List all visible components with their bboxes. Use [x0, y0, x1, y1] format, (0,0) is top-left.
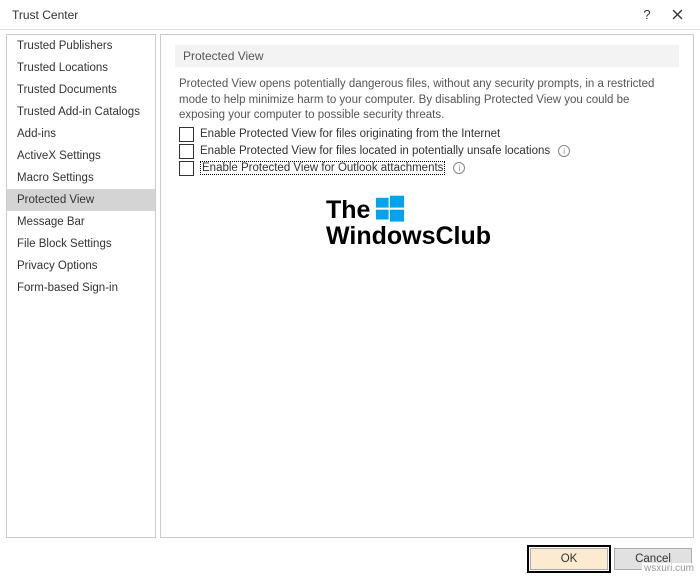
sidebar-item-label: Macro Settings [17, 172, 94, 184]
help-button[interactable]: ? [632, 0, 662, 30]
option-internet-files[interactable]: Enable Protected View for files originat… [175, 126, 679, 143]
sidebar-item-addins[interactable]: Add-ins [7, 123, 155, 145]
windows-logo-icon [376, 195, 404, 223]
watermark-line2: WindowsClub [326, 223, 521, 249]
main-panel: Protected View Protected View opens pote… [160, 34, 694, 538]
sidebar-item-activex-settings[interactable]: ActiveX Settings [7, 145, 155, 167]
sidebar-item-form-signin[interactable]: Form-based Sign-in [7, 277, 155, 299]
sidebar-item-label: Privacy Options [17, 260, 98, 272]
close-button[interactable] [662, 0, 692, 30]
info-icon[interactable]: i [558, 145, 570, 157]
sidebar-item-label: Trusted Add-in Catalogs [17, 106, 140, 118]
sidebar-item-label: Message Bar [17, 216, 85, 228]
sidebar-item-label: ActiveX Settings [17, 150, 101, 162]
close-icon [672, 9, 683, 20]
option-unsafe-locations[interactable]: Enable Protected View for files located … [175, 143, 679, 160]
dialog-body: Trusted Publishers Trusted Locations Tru… [0, 30, 700, 542]
sidebar-item-protected-view[interactable]: Protected View [7, 189, 155, 211]
sidebar-item-label: Trusted Documents [17, 84, 117, 96]
option-label: Enable Protected View for Outlook attach… [200, 161, 445, 175]
section-header: Protected View [175, 45, 679, 67]
help-icon: ? [643, 7, 650, 22]
sidebar-item-label: Add-ins [17, 128, 56, 140]
checkbox[interactable] [179, 161, 194, 176]
sidebar-item-file-block-settings[interactable]: File Block Settings [7, 233, 155, 255]
sidebar-item-trusted-documents[interactable]: Trusted Documents [7, 79, 155, 101]
option-outlook-attachments[interactable]: Enable Protected View for Outlook attach… [175, 160, 679, 177]
window-title: Trust Center [12, 8, 632, 22]
watermark-line1: The [326, 197, 370, 223]
checkbox[interactable] [179, 127, 194, 142]
sidebar-item-message-bar[interactable]: Message Bar [7, 211, 155, 233]
sidebar-item-label: Trusted Publishers [17, 40, 112, 52]
sidebar-item-macro-settings[interactable]: Macro Settings [7, 167, 155, 189]
section-description: Protected View opens potentially dangero… [175, 77, 679, 126]
titlebar: Trust Center ? [0, 0, 700, 30]
sidebar-item-trusted-addin-catalogs[interactable]: Trusted Add-in Catalogs [7, 101, 155, 123]
corner-tag: wsxuri.cum [642, 563, 696, 574]
sidebar-item-label: Trusted Locations [17, 62, 108, 74]
sidebar-item-trusted-locations[interactable]: Trusted Locations [7, 57, 155, 79]
sidebar-item-label: Form-based Sign-in [17, 282, 118, 294]
sidebar-item-label: Protected View [17, 194, 94, 206]
sidebar-item-privacy-options[interactable]: Privacy Options [7, 255, 155, 277]
info-icon[interactable]: i [453, 162, 465, 174]
button-label: OK [561, 553, 578, 565]
option-label: Enable Protected View for files originat… [200, 128, 500, 140]
checkbox[interactable] [179, 144, 194, 159]
option-label: Enable Protected View for files located … [200, 145, 550, 157]
sidebar-item-trusted-publishers[interactable]: Trusted Publishers [7, 35, 155, 57]
watermark: The WindowsClub [326, 195, 521, 249]
sidebar: Trusted Publishers Trusted Locations Tru… [6, 34, 156, 538]
sidebar-item-label: File Block Settings [17, 238, 112, 250]
ok-button[interactable]: OK [530, 548, 608, 570]
